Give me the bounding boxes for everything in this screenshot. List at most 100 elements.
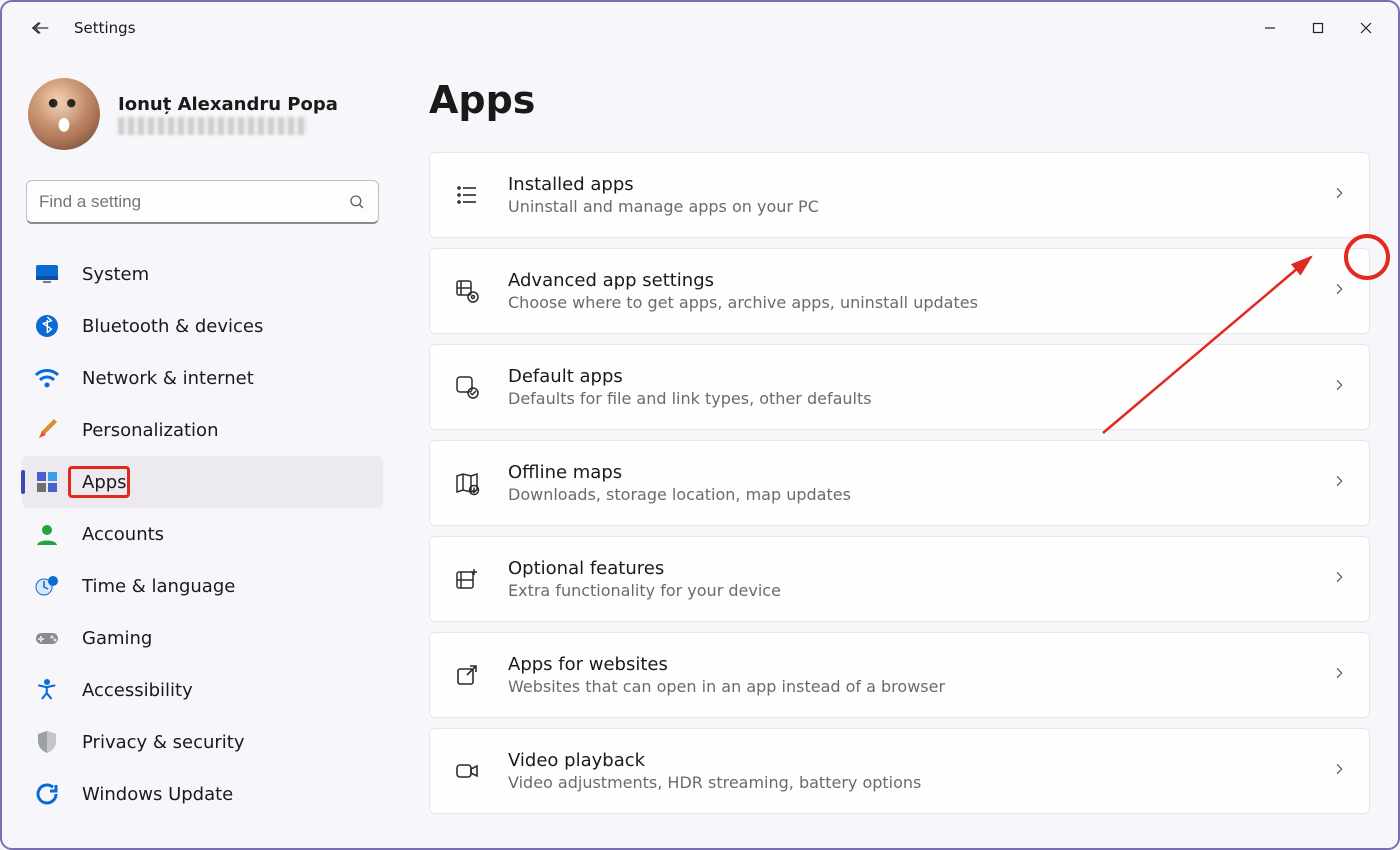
- card-title: Offline maps: [508, 462, 851, 483]
- sidebar: Ionuț Alexandru Popa System Bluetooth & d…: [2, 54, 397, 848]
- page-title: Apps: [429, 78, 1370, 122]
- sidebar-item-time[interactable]: Time & language: [22, 560, 383, 612]
- sidebar-item-gaming[interactable]: Gaming: [22, 612, 383, 664]
- sync-icon: [34, 781, 60, 807]
- sidebar-item-apps[interactable]: Apps: [22, 456, 383, 508]
- avatar: [28, 78, 100, 150]
- chevron-right-icon: [1331, 377, 1347, 397]
- card-title: Apps for websites: [508, 654, 945, 675]
- maximize-button[interactable]: [1294, 10, 1342, 46]
- person-icon: [34, 521, 60, 547]
- sidebar-item-network[interactable]: Network & internet: [22, 352, 383, 404]
- profile-name: Ionuț Alexandru Popa: [118, 94, 338, 115]
- sidebar-item-label: Bluetooth & devices: [82, 316, 263, 337]
- card-body: Offline maps Downloads, storage location,…: [508, 462, 851, 504]
- shield-icon: [34, 729, 60, 755]
- content-panel: Apps Installed apps Uninstall and manage …: [397, 54, 1398, 848]
- card-default[interactable]: Default apps Defaults for file and link t…: [429, 344, 1370, 430]
- sidebar-item-system[interactable]: System: [22, 248, 383, 300]
- sidebar-item-update[interactable]: Windows Update: [22, 768, 383, 820]
- card-description: Choose where to get apps, archive apps, …: [508, 293, 978, 312]
- open-external-icon: [452, 660, 482, 690]
- profile-block[interactable]: Ionuț Alexandru Popa: [28, 78, 383, 150]
- chevron-right-icon: [1331, 473, 1347, 493]
- chevron-right-icon: [1331, 281, 1347, 301]
- card-title: Default apps: [508, 366, 872, 387]
- app-check-icon: [452, 372, 482, 402]
- card-list: Installed apps Uninstall and manage apps …: [429, 152, 1370, 814]
- chevron-right-icon: [1331, 569, 1347, 589]
- card-body: Apps for websites Websites that can open …: [508, 654, 945, 696]
- sidebar-item-label: Windows Update: [82, 784, 233, 805]
- wifi-icon: [34, 365, 60, 391]
- sidebar-item-label: Accessibility: [82, 680, 193, 701]
- profile-email-blurred: [118, 117, 308, 135]
- video-camera-icon: [452, 756, 482, 786]
- sidebar-item-label: Personalization: [82, 420, 218, 441]
- sidebar-item-label: Accounts: [82, 524, 164, 545]
- minimize-icon: [1264, 22, 1276, 34]
- card-description: Downloads, storage location, map updates: [508, 485, 851, 504]
- sidebar-item-label: Apps: [82, 472, 127, 493]
- back-button[interactable]: [22, 10, 58, 46]
- card-body: Video playback Video adjustments, HDR str…: [508, 750, 921, 792]
- sidebar-item-label: Time & language: [82, 576, 235, 597]
- sidebar-item-label: Network & internet: [82, 368, 254, 389]
- bluetooth-icon: [34, 313, 60, 339]
- sidebar-item-label: System: [82, 264, 149, 285]
- app-gear-icon: [452, 276, 482, 306]
- list-icon: [452, 180, 482, 210]
- card-title: Advanced app settings: [508, 270, 978, 291]
- card-body: Installed apps Uninstall and manage apps …: [508, 174, 819, 216]
- sidebar-item-accounts[interactable]: Accounts: [22, 508, 383, 560]
- card-description: Websites that can open in an app instead…: [508, 677, 945, 696]
- close-button[interactable]: [1342, 10, 1390, 46]
- chevron-right-icon: [1331, 761, 1347, 781]
- card-title: Optional features: [508, 558, 781, 579]
- monitor-icon: [34, 261, 60, 287]
- card-advanced[interactable]: Advanced app settings Choose where to get…: [429, 248, 1370, 334]
- minimize-button[interactable]: [1246, 10, 1294, 46]
- card-body: Default apps Defaults for file and link t…: [508, 366, 872, 408]
- card-description: Extra functionality for your device: [508, 581, 781, 600]
- search-input[interactable]: [39, 192, 348, 212]
- settings-window: Settings Ionuț Alexandru Popa: [0, 0, 1400, 850]
- chevron-right-icon: [1331, 185, 1347, 205]
- close-icon: [1360, 22, 1372, 34]
- sidebar-item-accessibility[interactable]: Accessibility: [22, 664, 383, 716]
- card-description: Video adjustments, HDR streaming, batter…: [508, 773, 921, 792]
- sidebar-item-personalization[interactable]: Personalization: [22, 404, 383, 456]
- sidebar-item-label: Gaming: [82, 628, 152, 649]
- apps-grid-icon: [34, 469, 60, 495]
- map-download-icon: [452, 468, 482, 498]
- window-controls: [1246, 10, 1390, 46]
- card-description: Defaults for file and link types, other …: [508, 389, 872, 408]
- card-video[interactable]: Video playback Video adjustments, HDR str…: [429, 728, 1370, 814]
- search-icon: [348, 193, 366, 211]
- accessibility-icon: [34, 677, 60, 703]
- main-area: Ionuț Alexandru Popa System Bluetooth & d…: [2, 54, 1398, 848]
- gamepad-icon: [34, 625, 60, 651]
- maximize-icon: [1312, 22, 1324, 34]
- card-body: Optional features Extra functionality for…: [508, 558, 781, 600]
- card-body: Advanced app settings Choose where to get…: [508, 270, 978, 312]
- card-websites[interactable]: Apps for websites Websites that can open …: [429, 632, 1370, 718]
- chevron-right-icon: [1331, 665, 1347, 685]
- sidebar-item-privacy[interactable]: Privacy & security: [22, 716, 383, 768]
- card-title: Video playback: [508, 750, 921, 771]
- sidebar-item-bluetooth[interactable]: Bluetooth & devices: [22, 300, 383, 352]
- card-maps[interactable]: Offline maps Downloads, storage location,…: [429, 440, 1370, 526]
- paintbrush-icon: [34, 417, 60, 443]
- search-box[interactable]: [26, 180, 379, 224]
- card-title: Installed apps: [508, 174, 819, 195]
- card-optional[interactable]: Optional features Extra functionality for…: [429, 536, 1370, 622]
- app-plus-icon: [452, 564, 482, 594]
- profile-text: Ionuț Alexandru Popa: [118, 94, 338, 135]
- card-installed[interactable]: Installed apps Uninstall and manage apps …: [429, 152, 1370, 238]
- clock-globe-icon: [34, 573, 60, 599]
- titlebar: Settings: [2, 2, 1398, 54]
- window-title: Settings: [74, 19, 136, 37]
- card-description: Uninstall and manage apps on your PC: [508, 197, 819, 216]
- sidebar-nav: System Bluetooth & devices Network & inter…: [22, 248, 383, 820]
- sidebar-item-label: Privacy & security: [82, 732, 245, 753]
